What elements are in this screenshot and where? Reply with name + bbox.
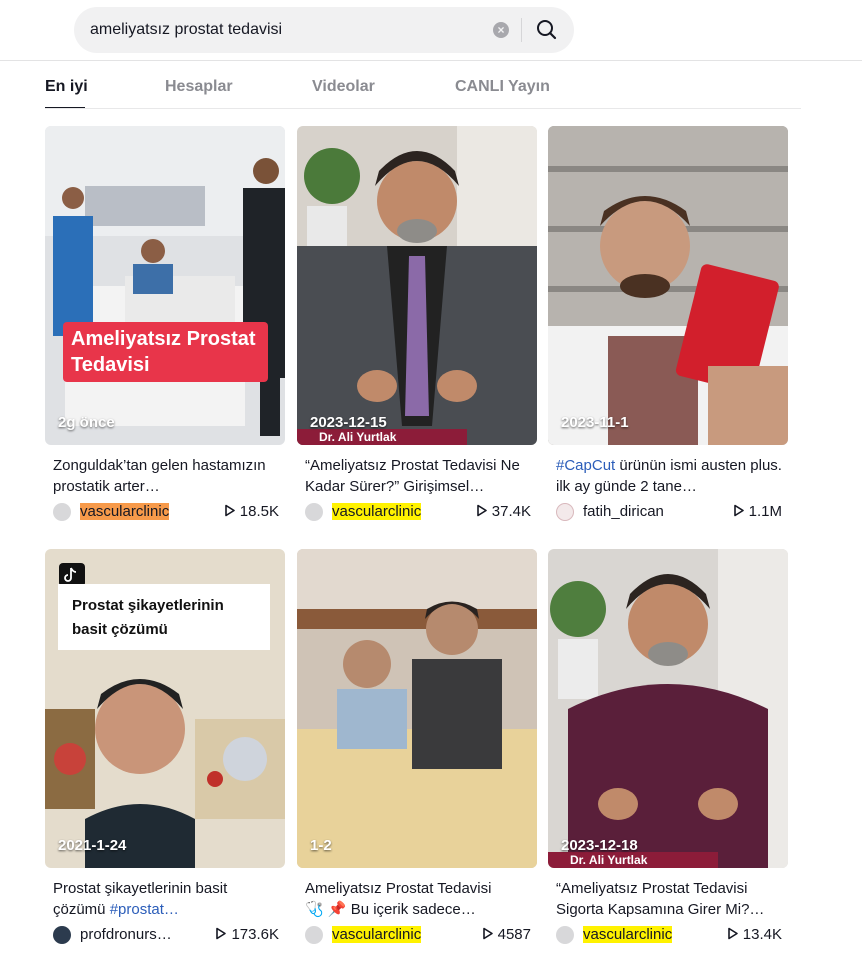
hashtag-link[interactable]: #prostat… — [110, 901, 179, 918]
play-icon — [727, 927, 738, 940]
avatar[interactable] — [556, 926, 574, 944]
author-name[interactable]: fatih_dirican — [583, 503, 664, 520]
play-icon — [224, 504, 235, 517]
video-card[interactable]: 2023-11-1 #CapCut ürünün ismi austen plu… — [548, 126, 788, 526]
author-name[interactable]: profdronurs… — [80, 926, 172, 943]
name-banner: Dr. Ali Yurtlak — [548, 852, 718, 868]
video-description[interactable]: Prostat şikayetlerinin basit çözümü #pro… — [53, 878, 281, 920]
video-card[interactable]: Dr. Ali Yurtlak 2023-12-15 “Ameliyatsız … — [297, 126, 537, 526]
video-meta: fatih_dirican 1.1M — [556, 502, 782, 522]
avatar[interactable] — [305, 926, 323, 944]
tab-videos[interactable]: Videolar — [312, 78, 375, 96]
search-input[interactable] — [90, 7, 480, 53]
avatar[interactable] — [53, 503, 71, 521]
video-date: 2021-1-24 — [58, 837, 127, 854]
view-count: 13.4K — [727, 926, 782, 943]
doctor-portrait-image — [297, 126, 537, 445]
view-count: 173.6K — [215, 926, 279, 943]
video-thumbnail[interactable]: Ameliyatsız Prostat Tedavisi 2g önce — [45, 126, 285, 445]
video-description[interactable]: Zonguldak’tan gelen hastamızın prostatik… — [53, 455, 281, 497]
clear-search-button[interactable]: × — [493, 22, 509, 38]
video-thumbnail[interactable]: 1-2 — [297, 549, 537, 868]
video-description[interactable]: Ameliyatsız Prostat Tedavisi 🩺 📌 Bu içeri… — [305, 878, 533, 920]
video-thumbnail[interactable]: 2023-11-1 — [548, 126, 788, 445]
search-button[interactable] — [532, 15, 562, 45]
video-date: 2g önce — [58, 414, 115, 431]
video-thumbnail[interactable]: Prostat şikayetlerinin basit çözümü 2021… — [45, 549, 285, 868]
video-thumbnail[interactable]: Dr. Ali Yurtlak 2023-12-15 — [297, 126, 537, 445]
thumbnail-caption: Prostat şikayetlerinin basit çözümü — [58, 584, 270, 650]
play-icon — [733, 504, 744, 517]
author-name[interactable]: vascularclinic — [332, 926, 422, 943]
tabs-divider — [45, 108, 801, 109]
video-meta: vascularclinic 18.5K — [53, 502, 279, 522]
video-description[interactable]: “Ameliyatsız Prostat Tedavisi Ne Kadar S… — [305, 455, 533, 497]
tab-accounts[interactable]: Hesaplar — [165, 78, 233, 96]
video-card[interactable]: Prostat şikayetlerinin basit çözümü 2021… — [45, 549, 285, 949]
author-name[interactable]: vascularclinic — [80, 503, 170, 520]
video-date: 2023-12-18 — [561, 837, 638, 854]
view-count: 37.4K — [476, 503, 531, 520]
author-name[interactable]: vascularclinic — [332, 503, 422, 520]
hashtag-link[interactable]: #CapCut — [556, 457, 615, 474]
video-meta: vascularclinic 4587 — [305, 925, 531, 945]
avatar[interactable] — [305, 503, 323, 521]
video-meta: vascularclinic 37.4K — [305, 502, 531, 522]
video-date: 2023-12-15 — [310, 414, 387, 431]
video-date: 1-2 — [310, 837, 332, 854]
video-meta: profdronurs… 173.6K — [53, 925, 279, 945]
play-icon — [216, 927, 227, 940]
thumbnail-caption: Ameliyatsız Prostat Tedavisi — [63, 322, 268, 382]
play-icon — [476, 504, 487, 517]
doctor-scrubs-image — [548, 549, 788, 868]
video-description[interactable]: “Ameliyatsız Prostat Tedavisi Sigorta Ka… — [556, 878, 784, 920]
avatar[interactable] — [556, 503, 574, 521]
video-card[interactable]: Ameliyatsız Prostat Tedavisi 2g önce Zon… — [45, 126, 285, 526]
video-card[interactable]: Dr. Ali Yurtlak 2023-12-18 “Ameliyatsız … — [548, 549, 788, 949]
view-count: 18.5K — [224, 503, 279, 520]
patient-visit-image — [297, 549, 537, 868]
video-card[interactable]: 1-2 Ameliyatsız Prostat Tedavisi 🩺 📌 Bu i… — [297, 549, 537, 949]
video-thumbnail[interactable]: Dr. Ali Yurtlak 2023-12-18 — [548, 549, 788, 868]
search-bar: × — [74, 7, 574, 53]
video-description[interactable]: #CapCut ürünün ismi austen plus. ilk ay … — [556, 455, 784, 497]
header-divider — [0, 60, 862, 61]
search-divider — [521, 18, 522, 42]
video-date: 2023-11-1 — [561, 414, 629, 431]
tab-live[interactable]: CANLI Yayın — [455, 78, 550, 96]
product-video-image — [548, 126, 788, 445]
view-count: 4587 — [482, 926, 531, 943]
author-name[interactable]: vascularclinic — [583, 926, 673, 943]
name-banner: Dr. Ali Yurtlak — [297, 429, 467, 445]
hospital-room-image — [45, 126, 285, 445]
avatar[interactable] — [53, 926, 71, 944]
tab-top[interactable]: En iyi — [45, 78, 88, 96]
search-icon — [537, 20, 557, 40]
video-meta: vascularclinic 13.4K — [556, 925, 782, 945]
view-count: 1.1M — [733, 503, 782, 520]
play-icon — [482, 927, 493, 940]
